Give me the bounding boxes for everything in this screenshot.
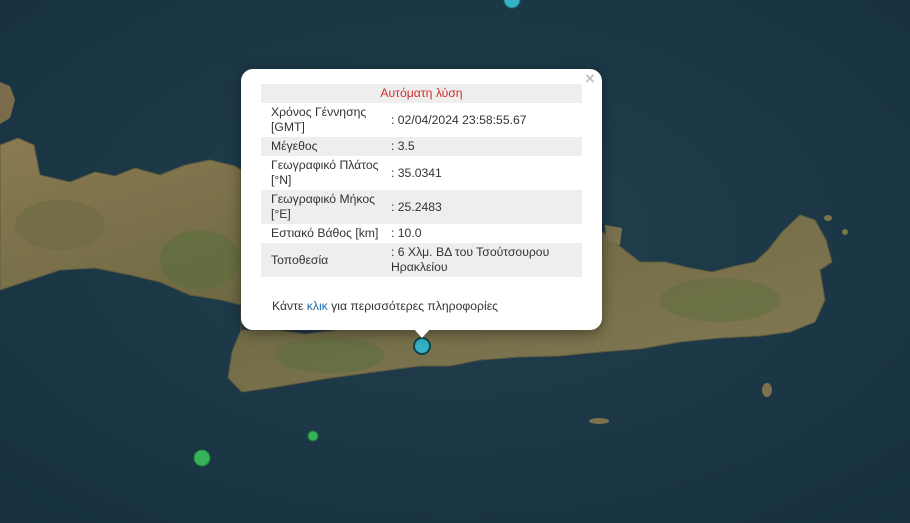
earthquake-info-table: Αυτόματη λύση Χρόνος Γέννησης [GMT] : 02…: [261, 84, 582, 277]
info-label: Χρόνος Γέννησης [GMT]: [271, 105, 367, 134]
info-row-location: Τοποθεσία : 6 Χλμ. ΒΔ του Τσούτσουρου Ηρ…: [261, 243, 582, 277]
islet: [824, 215, 832, 221]
more-info-prefix: Κάντε: [272, 299, 307, 313]
info-row-depth: Εστιακό Βάθος [km] : 10.0: [261, 224, 582, 243]
more-info-text: Κάντε κλικ για περισσότερες πληροφορίες: [272, 299, 498, 313]
islet: [589, 418, 609, 424]
info-value: : 6 Χλμ. ΒΔ του Τσούτσουρου Ηρακλείου: [391, 243, 582, 277]
earthquake-info-popup: × Αυτόματη λύση Χρόνος Γέννησης [GMT] : …: [241, 69, 602, 338]
info-label: Γεωγραφικό Πλάτος [°N]: [271, 158, 379, 187]
info-label: Γεωγραφικό Μήκος [°E]: [261, 190, 391, 224]
popup-title-row: Αυτόματη λύση: [261, 84, 582, 103]
info-row-magnitude: Μέγεθος : 3.5: [261, 137, 582, 156]
close-icon[interactable]: ×: [582, 70, 598, 87]
earthquake-marker[interactable]: [193, 449, 211, 467]
selected-earthquake-marker[interactable]: [413, 337, 431, 355]
info-value: : 25.2483: [391, 190, 582, 224]
more-info-link[interactable]: κλικ: [307, 299, 328, 313]
islet: [842, 229, 848, 235]
more-info-suffix: για περισσότερες πληροφορίες: [327, 299, 499, 313]
info-value: : 10.0: [391, 226, 422, 240]
info-row-longitude: Γεωγραφικό Μήκος [°E] : 25.2483: [261, 190, 582, 224]
popup-title: Αυτόματη λύση: [261, 84, 582, 103]
info-label: Τοποθεσία: [261, 243, 391, 277]
info-row-latitude: Γεωγραφικό Πλάτος [°N] : 35.0341: [261, 156, 582, 190]
info-value: : 35.0341: [391, 165, 442, 180]
info-label: Εστιακό Βάθος [km]: [271, 226, 379, 240]
info-value: : 3.5: [391, 137, 582, 156]
mountain-area: [275, 337, 385, 373]
earthquake-marker[interactable]: [307, 430, 319, 442]
popup-tip: [413, 328, 431, 338]
islet: [762, 383, 772, 397]
info-row-origin-time: Χρόνος Γέννησης [GMT] : 02/04/2024 23:58…: [261, 103, 582, 137]
info-value: : 02/04/2024 23:58:55.67: [391, 112, 527, 127]
mountain-area: [160, 230, 240, 290]
mountain-area: [15, 200, 105, 250]
info-label: Μέγεθος: [261, 137, 391, 156]
mountain-area: [660, 278, 780, 322]
